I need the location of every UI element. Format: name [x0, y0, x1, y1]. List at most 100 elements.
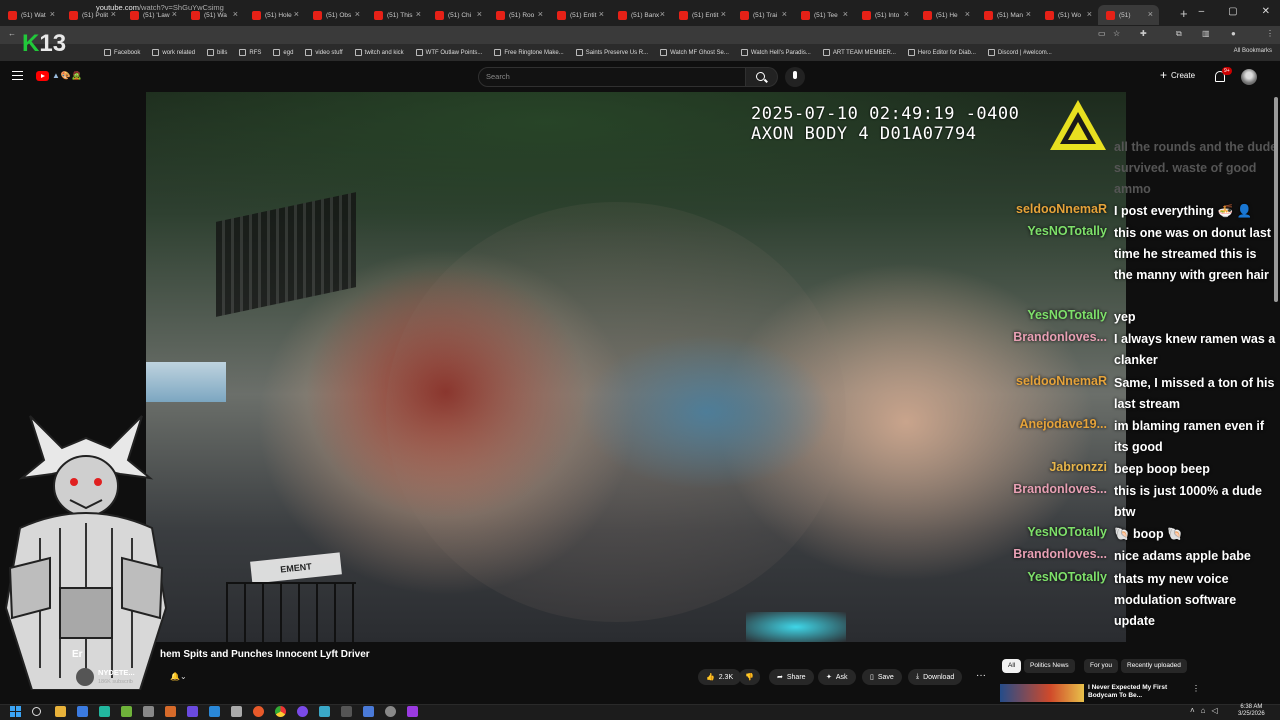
close-tab-icon[interactable]: ×: [294, 9, 299, 19]
like-button[interactable]: 👍 2.3K: [698, 669, 742, 685]
scrollbar-thumb[interactable]: [1274, 97, 1278, 302]
filter-chip[interactable]: Politics News: [1024, 659, 1075, 673]
download-button[interactable]: ⤓ Download: [908, 669, 963, 685]
firefox-icon[interactable]: [253, 706, 264, 717]
all-bookmarks-button[interactable]: All Bookmarks: [1234, 48, 1272, 54]
bookmark-item[interactable]: video stuff: [305, 49, 343, 56]
taskbar-app-icon-13[interactable]: [407, 706, 418, 717]
taskbar-app-icon-7[interactable]: [209, 706, 220, 717]
close-tab-icon[interactable]: ×: [965, 9, 970, 19]
filter-chip[interactable]: Recently uploaded: [1121, 659, 1187, 673]
bookmark-item[interactable]: bills: [207, 49, 227, 56]
close-tab-icon[interactable]: ×: [416, 9, 421, 19]
profile-avatar-icon[interactable]: ●: [1231, 29, 1236, 38]
recommendation-thumbnail[interactable]: [1000, 684, 1084, 702]
search-input[interactable]: Search: [478, 67, 746, 87]
new-tab-button[interactable]: +: [1180, 6, 1188, 21]
taskbar-app-icon-9[interactable]: [297, 706, 308, 717]
bookmark-item[interactable]: twitch and kick: [354, 49, 404, 56]
chrome-icon[interactable]: [275, 706, 286, 717]
bookmark-item[interactable]: Watch MF Ghost Se...: [660, 49, 729, 56]
more-actions-button[interactable]: ···: [976, 670, 986, 681]
close-tab-icon[interactable]: ×: [233, 9, 238, 19]
browser-tab[interactable]: (51) Entit ×: [549, 5, 610, 25]
share-button[interactable]: ➦ Share: [769, 669, 814, 685]
create-button[interactable]: + Create: [1160, 69, 1195, 81]
browser-tab[interactable]: (51) Obs ×: [305, 5, 366, 25]
user-avatar[interactable]: [1241, 69, 1257, 85]
close-tab-icon[interactable]: ×: [477, 9, 482, 19]
browser-tab[interactable]: (51) Wo ×: [1037, 5, 1098, 25]
browser-tab[interactable]: (51) This ×: [366, 5, 427, 25]
minimize-button[interactable]: –: [1199, 6, 1205, 17]
subscribe-bell-icon[interactable]: 🔔⌄: [170, 672, 187, 681]
save-button[interactable]: ▯ Save: [862, 669, 902, 685]
filter-chip[interactable]: For you: [1084, 659, 1119, 673]
taskbar-app-icon-8[interactable]: [231, 706, 242, 717]
bookmark-item[interactable]: Discord | #welcom...: [987, 49, 1052, 56]
browser-tab[interactable]: (51) ×: [1098, 5, 1159, 25]
taskbar-app-icon-4[interactable]: [143, 706, 154, 717]
maximize-button[interactable]: ▢: [1228, 6, 1237, 17]
browser-tab[interactable]: (51) Into ×: [854, 5, 915, 25]
hamburger-menu-icon[interactable]: [12, 71, 23, 80]
video-player[interactable]: EMENT: [146, 92, 1126, 642]
microphone-icon[interactable]: [785, 67, 805, 87]
bookmark-item[interactable]: Saints Preserve Us R...: [575, 49, 648, 56]
taskbar-app-icon-5[interactable]: [165, 706, 176, 717]
taskbar-app-icon-12[interactable]: [363, 706, 374, 717]
bookmark-star-icon[interactable]: ☆: [1113, 29, 1120, 38]
extensions-puzzle-icon[interactable]: ⧉: [1176, 29, 1182, 39]
cast-icon[interactable]: ▭: [1098, 29, 1106, 38]
browser-tab[interactable]: (51) Tee ×: [793, 5, 854, 25]
browser-tab[interactable]: (51) Man ×: [976, 5, 1037, 25]
browser-tab[interactable]: (51) Hole ×: [244, 5, 305, 25]
file-explorer-icon[interactable]: [55, 706, 66, 717]
browser-tab[interactable]: (51) Chi ×: [427, 5, 488, 25]
close-tab-icon[interactable]: ×: [782, 9, 787, 19]
sidebar-icon[interactable]: ▥: [1202, 29, 1210, 38]
channel-avatar[interactable]: [76, 668, 94, 686]
chat-username[interactable]: Brandonloves...: [1013, 330, 1107, 344]
chat-username[interactable]: Jabronzzi: [1049, 460, 1107, 474]
close-tab-icon[interactable]: ×: [538, 9, 543, 19]
browser-tab[interactable]: (51) Wat ×: [0, 5, 61, 25]
back-icon[interactable]: ←: [8, 29, 16, 38]
taskbar-app-icon-11[interactable]: [341, 706, 352, 717]
close-tab-icon[interactable]: ×: [50, 9, 55, 19]
close-window-button[interactable]: ✕: [1262, 6, 1270, 17]
chat-username[interactable]: YesNOTotally: [1027, 525, 1107, 539]
close-tab-icon[interactable]: ×: [1026, 9, 1031, 19]
taskbar-app-icon-2[interactable]: [99, 706, 110, 717]
bookmark-item[interactable]: RFS: [239, 49, 261, 56]
channel-name[interactable]: NYDETE...: [98, 668, 135, 677]
url-field[interactable]: youtube.com/watch?v=ShGuYwCsimg: [96, 3, 224, 12]
close-tab-icon[interactable]: ×: [721, 9, 726, 19]
close-tab-icon[interactable]: ×: [904, 9, 909, 19]
close-tab-icon[interactable]: ×: [660, 9, 665, 19]
chat-username[interactable]: YesNOTotally: [1027, 308, 1107, 322]
chat-username[interactable]: Brandonloves...: [1013, 547, 1107, 561]
browser-tab[interactable]: (51) Entit ×: [671, 5, 732, 25]
taskbar-clock[interactable]: 6:38 AM 3/25/2026: [1238, 704, 1265, 718]
bookmark-item[interactable]: egd: [273, 49, 293, 56]
windows-start-icon[interactable]: [10, 706, 21, 717]
chat-username[interactable]: seldooNnemaR: [1016, 374, 1107, 388]
chat-username[interactable]: seldooNnemaR: [1016, 202, 1107, 216]
youtube-logo-icon[interactable]: [36, 71, 49, 81]
chat-username[interactable]: YesNOTotally: [1027, 570, 1107, 584]
close-tab-icon[interactable]: ×: [1148, 9, 1153, 19]
taskbar-app-icon-1[interactable]: [77, 706, 88, 717]
browser-tab[interactable]: (51) Banx ×: [610, 5, 671, 25]
volume-icon[interactable]: ◁: [1212, 706, 1218, 715]
browser-tab[interactable]: (51) He ×: [915, 5, 976, 25]
close-tab-icon[interactable]: ×: [599, 9, 604, 19]
bookmark-item[interactable]: Hero Editor for Diab...: [907, 49, 976, 56]
recommendation-more-icon[interactable]: ⋮: [1192, 684, 1200, 693]
network-icon[interactable]: ⌂: [1201, 706, 1206, 715]
taskbar-search-icon[interactable]: [32, 707, 41, 716]
bookmark-item[interactable]: WTF Outlaw Points...: [415, 49, 482, 56]
bookmark-item[interactable]: Watch Hell's Paradis...: [740, 49, 811, 56]
search-icon[interactable]: [746, 67, 778, 87]
chat-username[interactable]: Brandonloves...: [1013, 482, 1107, 496]
